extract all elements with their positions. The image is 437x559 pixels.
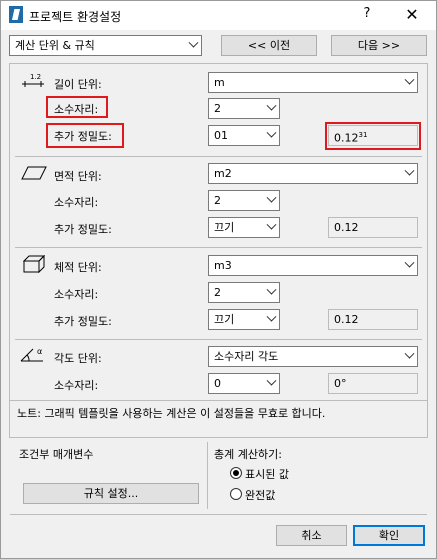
- angle-unit-label: 각도 단위:: [54, 352, 102, 365]
- volume-preview-value: 0.12: [334, 313, 359, 326]
- area-precision-value: 끄기: [214, 221, 235, 234]
- help-button[interactable]: ?: [357, 6, 377, 24]
- svg-text:1.2: 1.2: [30, 73, 41, 81]
- angle-preview: 0°: [328, 373, 418, 394]
- angle-decimals-select[interactable]: 0: [208, 373, 280, 394]
- category-select[interactable]: 계산 단위 & 규칙: [9, 35, 202, 56]
- title-bar: 프로젝트 환경설정 ? ✕: [1, 1, 436, 30]
- volume-unit-value: m3: [214, 259, 232, 272]
- cancel-button[interactable]: 취소: [276, 525, 347, 546]
- angle-unit-value: 소수자리 각도: [214, 350, 279, 363]
- preferences-dialog: 프로젝트 환경설정 ? ✕ 계산 단위 & 규칙 << 이전 다음 >> 1.2…: [0, 0, 437, 559]
- chevron-down-icon: [404, 257, 415, 268]
- volume-precision-select[interactable]: 끄기: [208, 309, 280, 330]
- highlight-box-preview: [325, 122, 421, 150]
- rules-settings-button[interactable]: 규칙 설정...: [23, 483, 199, 504]
- length-unit-label: 길이 단위:: [54, 78, 102, 91]
- length-precision-select[interactable]: 01: [208, 125, 280, 146]
- angle-unit-select[interactable]: 소수자리 각도: [208, 346, 418, 367]
- radio-displayed-label: 표시된 값: [245, 468, 289, 481]
- angle-decimals-label: 소수자리:: [54, 379, 99, 392]
- angle-icon: α: [20, 347, 43, 362]
- volume-unit-label: 체적 단위:: [54, 261, 102, 274]
- chevron-down-icon: [266, 375, 277, 386]
- prev-button[interactable]: << 이전: [221, 35, 317, 56]
- volume-unit-select[interactable]: m3: [208, 255, 418, 276]
- highlight-box-precision: [46, 123, 124, 148]
- chevron-down-icon: [266, 284, 277, 295]
- area-decimals-value: 2: [214, 194, 221, 207]
- radio-full-value[interactable]: [230, 488, 242, 500]
- chevron-down-icon: [404, 348, 415, 359]
- length-decimals-select[interactable]: 2: [208, 98, 280, 119]
- volume-decimals-select[interactable]: 2: [208, 282, 280, 303]
- area-decimals-label: 소수자리:: [54, 196, 99, 209]
- area-preview-value: 0.12: [334, 221, 359, 234]
- volume-decimals-value: 2: [214, 286, 221, 299]
- divider: [15, 339, 422, 340]
- close-button[interactable]: ✕: [401, 4, 423, 26]
- divider: [10, 514, 427, 515]
- area-precision-label: 추가 정밀도:: [54, 223, 112, 236]
- volume-box-icon: [23, 255, 45, 273]
- area-parallelogram-icon: [21, 166, 47, 180]
- archicad-logo-icon: [9, 6, 23, 23]
- radio-full-label: 완전값: [245, 489, 276, 502]
- chevron-down-icon: [404, 74, 415, 85]
- vertical-divider: [207, 442, 208, 509]
- length-unit-select[interactable]: m: [208, 72, 418, 93]
- area-unit-select[interactable]: m2: [208, 163, 418, 184]
- volume-precision-label: 추가 정밀도:: [54, 315, 112, 328]
- chevron-down-icon: [266, 100, 277, 111]
- radio-displayed-value[interactable]: [230, 467, 242, 479]
- totals-title: 총계 계산하기:: [214, 448, 282, 461]
- highlight-box-decimals: [46, 96, 108, 118]
- divider: [10, 400, 427, 401]
- ok-button[interactable]: 확인: [353, 525, 425, 546]
- angle-preview-value: 0°: [334, 377, 347, 390]
- length-unit-value: m: [214, 76, 225, 89]
- svg-text:α: α: [37, 347, 42, 356]
- chevron-down-icon: [266, 311, 277, 322]
- area-precision-select[interactable]: 끄기: [208, 217, 280, 238]
- area-preview: 0.12: [328, 217, 418, 238]
- note-text: 노트: 그래픽 템플릿을 사용하는 계산은 이 설정들을 무효로 합니다.: [17, 407, 326, 420]
- length-ruler-icon: 1.2: [22, 73, 44, 87]
- volume-decimals-label: 소수자리:: [54, 288, 99, 301]
- chevron-down-icon: [404, 165, 415, 176]
- window-title: 프로젝트 환경설정: [29, 10, 122, 24]
- area-unit-label: 면적 단위:: [54, 170, 102, 183]
- volume-precision-value: 끄기: [214, 313, 235, 326]
- conditions-title: 조건부 매개변수: [19, 448, 94, 461]
- volume-preview: 0.12: [328, 309, 418, 330]
- category-select-value: 계산 단위 & 규칙: [15, 39, 95, 52]
- divider: [15, 156, 422, 157]
- chevron-down-icon: [266, 192, 277, 203]
- length-decimals-value: 2: [214, 102, 221, 115]
- divider: [15, 247, 422, 248]
- angle-decimals-value: 0: [214, 377, 221, 390]
- chevron-down-icon: [266, 219, 277, 230]
- area-decimals-select[interactable]: 2: [208, 190, 280, 211]
- next-button[interactable]: 다음 >>: [331, 35, 427, 56]
- length-precision-value: 01: [214, 129, 228, 142]
- area-unit-value: m2: [214, 167, 232, 180]
- chevron-down-icon: [266, 127, 277, 138]
- chevron-down-icon: [188, 37, 199, 48]
